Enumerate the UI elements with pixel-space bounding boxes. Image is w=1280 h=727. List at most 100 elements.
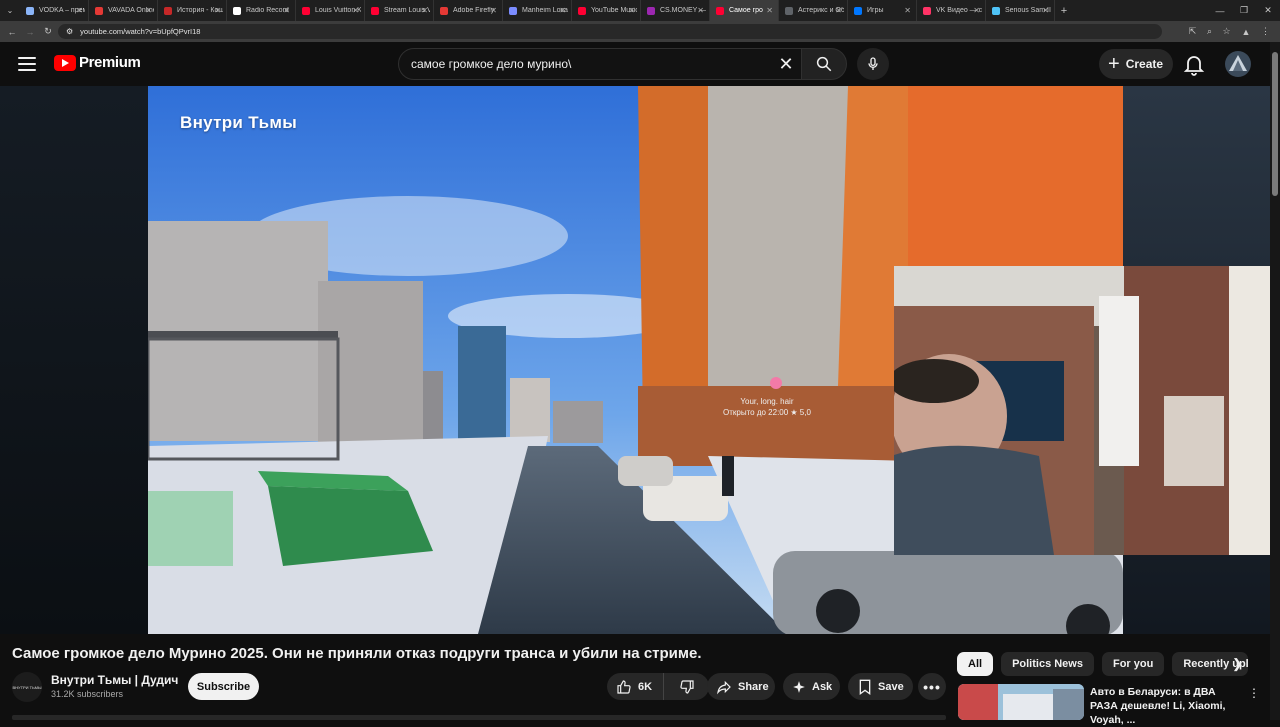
tab-close-icon[interactable]: ✕ xyxy=(490,6,497,15)
ask-button[interactable]: Ask xyxy=(783,673,840,700)
browser-tab[interactable]: VODKA – прем ✕ xyxy=(20,0,89,21)
tab-favicon-icon xyxy=(923,6,931,15)
clear-search-icon[interactable]: ✕ xyxy=(771,54,801,75)
browser-tab[interactable]: Stream Louis V ✕ xyxy=(365,0,434,21)
search-button[interactable] xyxy=(801,48,847,80)
url-text: youtube.com/watch?v=bUpfQPvrI18 xyxy=(80,27,201,36)
browser-tab[interactable]: Adobe Firefly ✕ xyxy=(434,0,503,21)
map-pin-line1: Your, long. hair xyxy=(740,397,794,406)
like-button[interactable]: 6K xyxy=(607,673,664,700)
ask-label: Ask xyxy=(812,680,833,693)
more-dots-icon: ••• xyxy=(923,678,941,695)
account-avatar[interactable] xyxy=(1225,51,1251,77)
search-query[interactable]: самое громкое дело мурино\ xyxy=(411,57,771,71)
tab-close-icon[interactable]: ✕ xyxy=(214,6,221,15)
tab-close-icon[interactable]: ✕ xyxy=(283,6,290,15)
tab-close-icon[interactable]: ✕ xyxy=(145,6,152,15)
share-arrow-icon xyxy=(717,680,731,694)
tab-close-icon[interactable]: ✕ xyxy=(766,6,773,15)
open-in-app-icon[interactable]: ⇱ xyxy=(1184,26,1201,37)
tab-favicon-icon xyxy=(371,6,379,15)
browser-tab[interactable]: Самое гро ✕ xyxy=(710,0,779,21)
forward-arrow-icon[interactable]: → xyxy=(21,27,39,37)
scrollbar-thumb[interactable] xyxy=(1272,52,1278,196)
tab-favicon-icon xyxy=(302,6,310,15)
tab-close-icon[interactable]: ✕ xyxy=(973,6,980,15)
menu-dots-icon[interactable]: ⋮ xyxy=(1257,26,1274,37)
search-input[interactable]: самое громкое дело мурино\ ✕ xyxy=(398,48,802,80)
dislike-button[interactable] xyxy=(664,679,709,695)
tab-close-icon[interactable]: ✕ xyxy=(1042,6,1049,15)
save-button[interactable]: Save xyxy=(848,673,913,700)
tab-close-icon[interactable]: ✕ xyxy=(835,6,842,15)
close-window-icon[interactable]: ✕ xyxy=(1256,0,1280,21)
tab-close-icon[interactable]: ✕ xyxy=(421,6,428,15)
tab-search-chevron-icon[interactable]: ⌄ xyxy=(0,0,20,21)
save-label: Save xyxy=(878,680,904,693)
browser-tab[interactable]: YouTube Music ✕ xyxy=(572,0,641,21)
back-arrow-icon[interactable]: ← xyxy=(3,27,21,37)
like-count: 6K xyxy=(638,680,653,693)
share-button[interactable]: Share xyxy=(707,673,775,700)
window-controls: — ❐ ✕ xyxy=(1208,0,1280,21)
browser-tab[interactable]: Serious Sam II ✕ xyxy=(986,0,1055,21)
video-overlay-title: Внутри Тьмы xyxy=(180,113,298,132)
create-button[interactable]: + Create xyxy=(1099,49,1173,79)
toolbar-icons: ⇱ ⌕ ☆ ▲ ⋮ xyxy=(1184,21,1274,42)
browser-tab[interactable]: Manheim Locat ✕ xyxy=(503,0,572,21)
browser-tab[interactable]: VAVADA Online ✕ xyxy=(89,0,158,21)
zoom-icon[interactable]: ⌕ xyxy=(1201,26,1218,37)
video-title: Самое громкое дело Мурино 2025. Они не п… xyxy=(12,645,702,662)
map-pin-line2: Открыто до 22:00 ★ 5,0 xyxy=(723,408,811,417)
browser-tab[interactable]: Radio Record ✕ xyxy=(227,0,296,21)
address-bar[interactable]: ⚙ youtube.com/watch?v=bUpfQPvrI18 xyxy=(58,24,1162,39)
tab-close-icon[interactable]: ✕ xyxy=(352,6,359,15)
profile-icon[interactable]: ▲ xyxy=(1235,27,1257,37)
page-scrollbar[interactable] xyxy=(1270,42,1280,720)
chip-for-you[interactable]: For you xyxy=(1101,652,1165,676)
comments-divider xyxy=(12,715,946,720)
recommendation-title[interactable]: Авто в Беларуси: в ДВА РАЗА дешевле! Li,… xyxy=(1090,685,1240,727)
chip-all[interactable]: All xyxy=(957,652,994,676)
tab-favicon-icon xyxy=(440,6,448,15)
tab-close-icon[interactable]: ✕ xyxy=(904,6,911,15)
tab-favicon-icon xyxy=(164,6,172,15)
more-actions-button[interactable]: ••• xyxy=(918,673,946,700)
tab-close-icon[interactable]: ✕ xyxy=(76,6,83,15)
chevron-right-icon[interactable]: ❯ xyxy=(1232,656,1243,672)
notifications-bell-icon[interactable] xyxy=(1182,52,1206,76)
browser-tab[interactable]: Игры ✕ xyxy=(848,0,917,21)
channel-avatar[interactable]: ВНУТРИ ТЬМЫ xyxy=(12,672,42,702)
youtube-header: Premium самое громкое дело мурино\ ✕ + C… xyxy=(0,42,1280,86)
tab-close-icon[interactable]: ✕ xyxy=(697,6,704,15)
tab-favicon-icon xyxy=(509,6,517,15)
new-tab-plus-icon[interactable]: + xyxy=(1055,5,1073,17)
channel-name[interactable]: Внутри Тьмы | Дудич xyxy=(51,673,178,687)
browser-tab[interactable]: Louis Vuitton K ✕ xyxy=(296,0,365,21)
thumbs-up-icon xyxy=(617,679,631,694)
voice-search-button[interactable] xyxy=(857,48,889,80)
chip-politics-news[interactable]: Politics News xyxy=(1001,652,1094,676)
browser-tab-strip: ⌄ VODKA – прем ✕ VAVADA Online ✕ История - К… xyxy=(0,0,1280,21)
restore-icon[interactable]: ❐ xyxy=(1232,0,1256,21)
browser-tab[interactable]: История - Кош ✕ xyxy=(158,0,227,21)
youtube-play-icon xyxy=(54,54,76,71)
browser-tab[interactable]: Астерикс и Об ✕ xyxy=(779,0,848,21)
youtube-premium-logo[interactable]: Premium xyxy=(54,54,141,71)
menu-hamburger-icon[interactable] xyxy=(16,55,38,73)
create-label: Create xyxy=(1125,57,1164,71)
site-info-icon[interactable]: ⚙ xyxy=(66,27,73,36)
subscribe-button[interactable]: Subscribe xyxy=(188,673,259,700)
bookmark-star-icon[interactable]: ☆ xyxy=(1218,26,1235,37)
recommendation-menu-icon[interactable]: ⋮ xyxy=(1248,686,1260,700)
browser-tab[interactable]: VK Видео — с ✕ xyxy=(917,0,986,21)
reload-icon[interactable]: ↻ xyxy=(39,26,57,37)
tab-favicon-icon xyxy=(854,6,862,15)
browser-tab[interactable]: CS.MONEY — ✕ xyxy=(641,0,710,21)
recommendation-thumbnail[interactable] xyxy=(958,684,1084,720)
minimize-icon[interactable]: — xyxy=(1208,0,1232,21)
recommendation-filter-chips: All Politics News For you Recently uploa xyxy=(957,652,1249,676)
tab-close-icon[interactable]: ✕ xyxy=(628,6,635,15)
logo-text: Premium xyxy=(79,54,141,71)
tab-close-icon[interactable]: ✕ xyxy=(559,6,566,15)
